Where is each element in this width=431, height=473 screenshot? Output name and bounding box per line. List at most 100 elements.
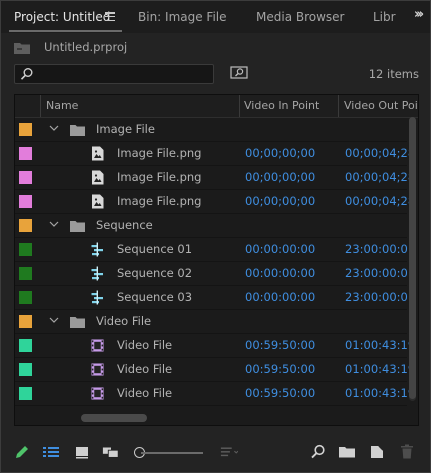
tab-bin-image-file[interactable]: Bin: Image File (138, 1, 227, 33)
video-out-point[interactable]: 01:00:43:19 (345, 362, 415, 376)
item-name: Image File.png (117, 146, 202, 160)
label-color-swatch[interactable] (19, 267, 32, 280)
bin-name: Video File (96, 314, 152, 328)
image-file-icon (92, 194, 104, 209)
video-out-point[interactable]: 00;00;04;28 (345, 170, 415, 184)
label-color-swatch[interactable] (19, 243, 32, 256)
new-item-icon[interactable] (368, 443, 386, 461)
column-header-video-in-point[interactable]: Video In Point (244, 99, 319, 112)
tab-media-browser[interactable]: Media Browser (256, 1, 344, 33)
find-icon[interactable] (309, 443, 327, 461)
list-item[interactable]: Sequence 01 00:00:00:00 23:00:00:01 (15, 238, 415, 262)
video-in-point[interactable]: 00:59:50:00 (245, 362, 315, 376)
sort-icon[interactable] (220, 443, 238, 461)
active-tab-indicator (9, 30, 122, 32)
search-bin-icon[interactable] (230, 65, 248, 81)
bin-folder-icon (70, 221, 85, 232)
video-out-point[interactable]: 23:00:00:01 (345, 290, 415, 304)
label-color-swatch[interactable] (19, 123, 32, 136)
chevron-down-icon[interactable] (48, 314, 60, 326)
list-item[interactable]: Sequence 03 00:00:00:00 23:00:00:01 (15, 286, 415, 310)
video-out-point[interactable]: 23:00:00:01 (345, 242, 415, 256)
video-in-point[interactable]: 00:59:50:00 (245, 386, 315, 400)
column-header-video-out-point[interactable]: Video Out Poin (344, 99, 418, 112)
video-in-point[interactable]: 00:00:00:00 (245, 290, 315, 304)
item-name: Video File (117, 338, 173, 352)
bin-name: Image File (96, 122, 155, 136)
video-in-point[interactable]: 00;00;00;00 (245, 146, 315, 160)
video-file-icon (91, 363, 104, 376)
video-file-icon (91, 387, 104, 400)
icon-view-icon[interactable] (73, 443, 91, 461)
label-color-swatch[interactable] (19, 387, 32, 400)
label-color-swatch[interactable] (19, 219, 32, 232)
search-icon (20, 68, 33, 80)
zoom-slider[interactable] (141, 452, 203, 454)
list-item[interactable]: Video File 00:59:50:00 01:00:43:19 (15, 334, 415, 358)
tab-overflow-icon[interactable]: ››› (414, 7, 428, 25)
image-file-icon (92, 170, 104, 185)
item-name: Image File.png (117, 194, 202, 208)
sequence-icon (91, 266, 103, 281)
search-input[interactable] (14, 64, 214, 84)
vertical-scrollbar[interactable] (409, 117, 416, 401)
list-item[interactable]: Video File 00:59:50:00 01:00:43:19 (15, 358, 415, 382)
item-name: Sequence 03 (117, 290, 193, 304)
video-in-point[interactable]: 00;00;00;00 (245, 194, 315, 208)
bin-row[interactable]: Sequence (15, 214, 407, 238)
video-in-point[interactable]: 00;00;00;00 (245, 170, 315, 184)
label-color-swatch[interactable] (19, 363, 32, 376)
chevron-down-icon[interactable] (48, 122, 60, 134)
panel-menu-icon[interactable] (105, 12, 115, 22)
list-item[interactable]: Sequence 02 00:00:00:00 23:00:00:01 (15, 262, 415, 286)
list-view-icon[interactable] (42, 443, 60, 461)
tab-libraries[interactable]: Libr (373, 1, 396, 33)
trash-icon[interactable] (398, 443, 416, 461)
item-name: Video File (117, 362, 173, 376)
tab-bar: Project: Untitled Bin: Image File Media … (1, 1, 430, 33)
sequence-icon (91, 242, 103, 257)
label-color-swatch[interactable] (19, 315, 32, 328)
list-header: Name Video In Point Video Out Poin (15, 95, 418, 118)
vertical-scroll-thumb[interactable] (409, 117, 416, 399)
list-item[interactable]: Image File.png 00;00;00;00 00;00;04;28 (15, 190, 415, 214)
label-color-swatch[interactable] (19, 291, 32, 304)
column-header-name[interactable]: Name (46, 99, 78, 112)
bin-row[interactable]: Video File (15, 310, 407, 334)
item-name: Sequence 01 (117, 242, 193, 256)
item-name: Sequence 02 (117, 266, 193, 280)
video-out-point[interactable]: 00;00;04;28 (345, 194, 415, 208)
new-bin-icon[interactable] (338, 443, 356, 461)
project-folder-icon (14, 43, 30, 54)
project-panel: Project: Untitled Bin: Image File Media … (0, 0, 431, 473)
label-color-swatch[interactable] (19, 195, 32, 208)
tab-project[interactable]: Project: Untitled (14, 1, 110, 33)
video-out-point[interactable]: 23:00:00:01 (345, 266, 415, 280)
video-out-point[interactable]: 00;00;04;28 (345, 146, 415, 160)
bin-row[interactable]: Image File (15, 118, 407, 142)
label-color-swatch[interactable] (19, 171, 32, 184)
item-count: 12 items (368, 67, 419, 81)
list-item[interactable]: Image File.png 00;00;00;00 00;00;04;28 (15, 142, 415, 166)
label-color-swatch[interactable] (19, 147, 32, 160)
list-item[interactable]: Image File.png 00;00;00;00 00;00;04;28 (15, 166, 415, 190)
project-item-list: Name Video In Point Video Out Poin Image… (14, 94, 419, 426)
project-file-name: Untitled.prproj (44, 40, 128, 54)
pencil-icon[interactable] (13, 443, 31, 461)
item-name: Image File.png (117, 170, 202, 184)
video-in-point[interactable]: 00:00:00:00 (245, 242, 315, 256)
video-out-point[interactable]: 01:00:43:19 (345, 386, 415, 400)
video-out-point[interactable]: 01:00:43:19 (345, 338, 415, 352)
video-file-icon (91, 339, 104, 352)
label-color-swatch[interactable] (19, 339, 32, 352)
chevron-down-icon[interactable] (48, 218, 60, 230)
freeform-view-icon[interactable] (102, 443, 120, 461)
item-name: Video File (117, 386, 173, 400)
image-file-icon (92, 146, 104, 161)
horizontal-scrollbar[interactable] (81, 414, 147, 422)
list-item[interactable]: Video File 00:59:50:00 01:00:43:19 (15, 382, 415, 406)
video-in-point[interactable]: 00:00:00:00 (245, 266, 315, 280)
bin-name: Sequence (96, 218, 153, 232)
bin-folder-icon (70, 125, 85, 136)
video-in-point[interactable]: 00:59:50:00 (245, 338, 315, 352)
